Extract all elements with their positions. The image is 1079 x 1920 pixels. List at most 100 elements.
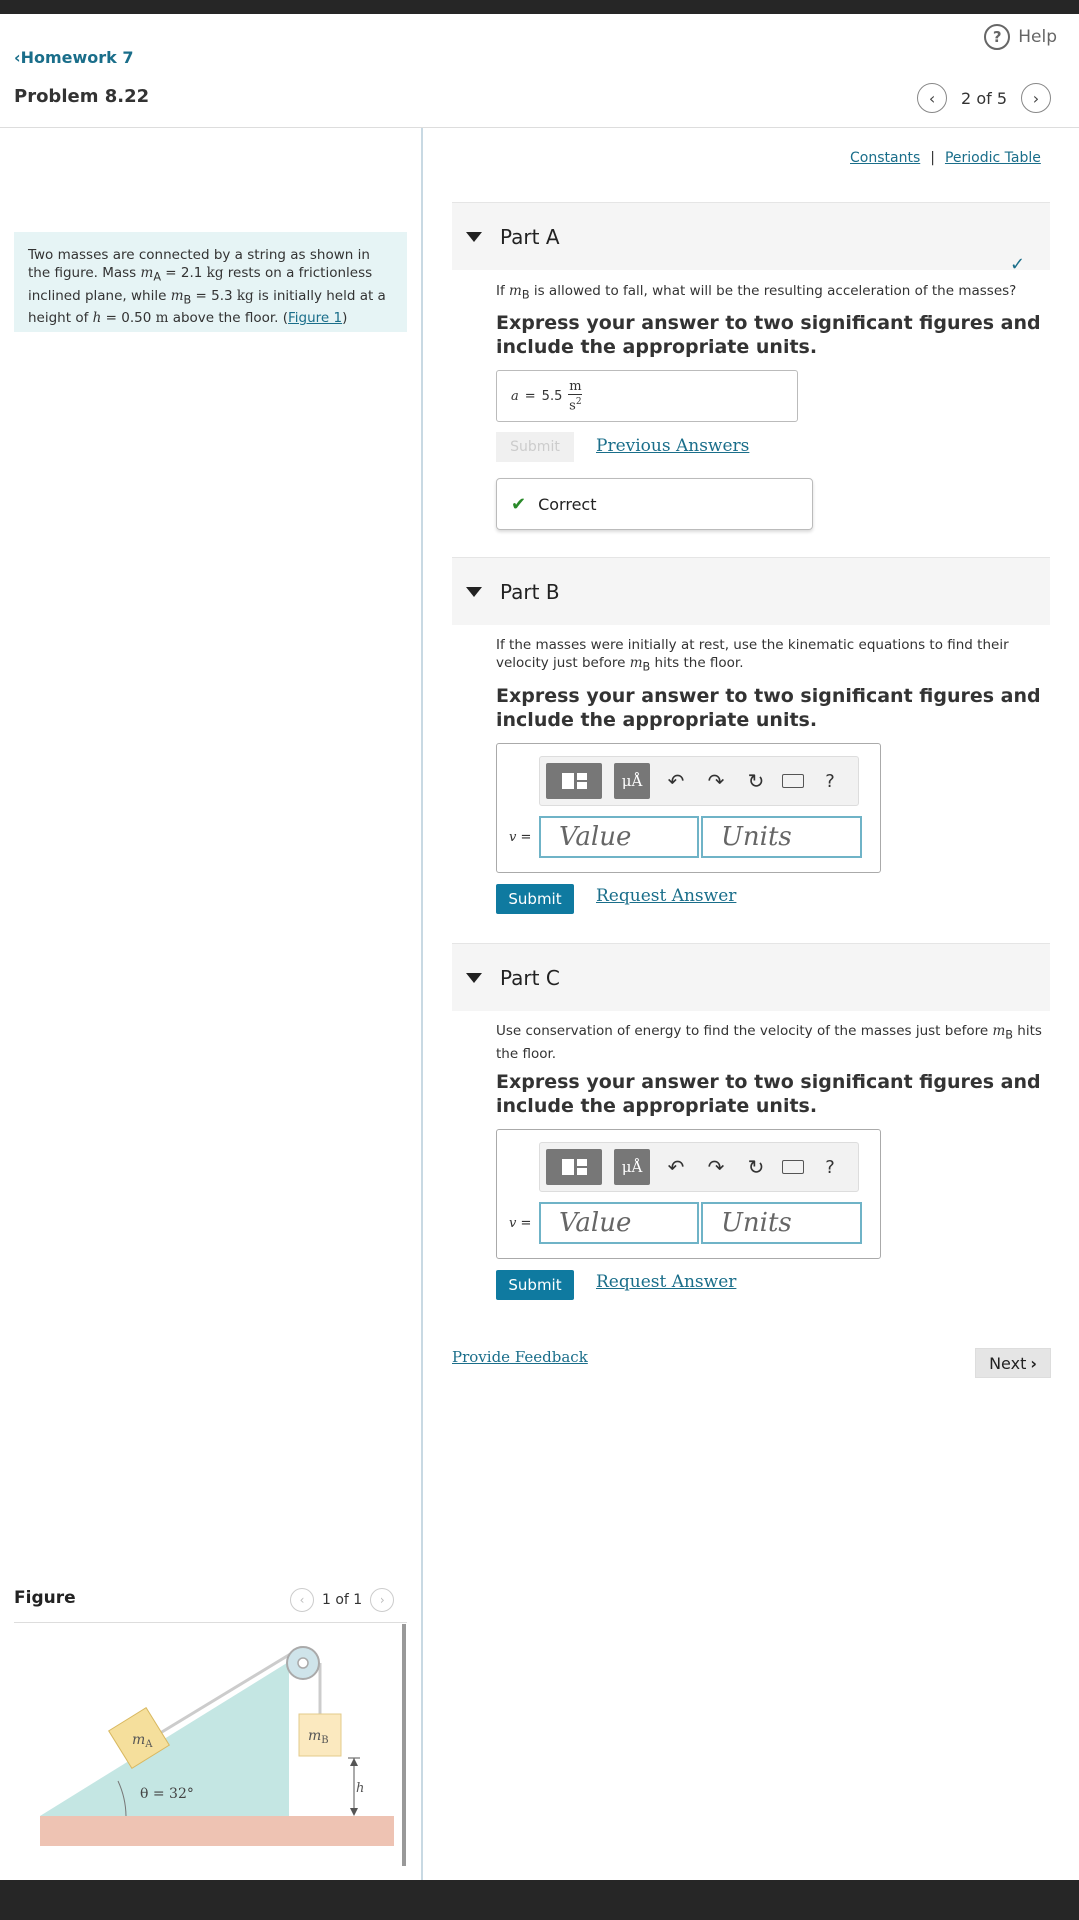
unit-kg: kg: [206, 265, 224, 281]
part-c-units-input[interactable]: Units: [701, 1202, 862, 1244]
templates-button[interactable]: [546, 1149, 602, 1185]
part-a-question: If mB is allowed to fall, what will be t…: [496, 283, 1017, 302]
redo-icon[interactable]: ↷: [702, 769, 730, 793]
figure-divider: [14, 1622, 407, 1623]
previous-problem-button[interactable]: ‹: [917, 83, 948, 113]
problem-statement: Two masses are connected by a string as …: [14, 232, 407, 332]
help-icon: ?: [984, 24, 1011, 50]
problem-pager-count: 2 of 5: [961, 88, 1007, 108]
column-divider: [421, 128, 423, 1880]
math-toolbar: μÅ ↶ ↷ ↻ ?: [539, 1142, 859, 1192]
help-label: Help: [1018, 27, 1057, 47]
intro-text: ): [342, 310, 348, 327]
reset-icon[interactable]: ↻: [742, 769, 770, 793]
templates-button[interactable]: [546, 763, 602, 799]
answer-unit: m s2: [568, 378, 583, 414]
part-c-header[interactable]: Part C: [452, 943, 1050, 1011]
answer-equals: =: [524, 388, 536, 404]
fraction-template-icon: [561, 1159, 574, 1175]
part-a-feedback: ✔ Correct: [496, 478, 813, 530]
intro-text: = 2.1: [161, 265, 207, 281]
part-c-question: Use conservation of energy to find the v…: [496, 1023, 1042, 1062]
keyboard-icon[interactable]: [782, 774, 804, 788]
part-b-instructions: Express your answer to two significant f…: [496, 685, 1041, 731]
answer-variable: a: [511, 388, 519, 404]
undo-icon[interactable]: ↶: [662, 1155, 690, 1179]
figure-prev-button[interactable]: ‹: [290, 1588, 314, 1612]
next-problem-button[interactable]: ›: [1021, 83, 1051, 113]
toolbar-help-button[interactable]: ?: [816, 771, 844, 792]
math-toolbar: μÅ ↶ ↷ ↻ ?: [539, 756, 859, 806]
part-a-header[interactable]: Part A: [452, 202, 1050, 270]
check-icon: ✔: [511, 493, 527, 515]
keyboard-icon[interactable]: [782, 1160, 804, 1174]
part-c-request-answer-link[interactable]: Request Answer: [596, 1272, 736, 1292]
mass-b-symbol: m: [509, 283, 522, 299]
next-button[interactable]: Next ›: [975, 1348, 1051, 1378]
part-b-question: If the masses were initially at rest, us…: [496, 637, 1009, 674]
page-title: Problem 8.22: [14, 86, 150, 107]
intro-text: above the floor. (: [168, 310, 289, 327]
part-b-answer-editor: μÅ ↶ ↷ ↻ ? v = Value Units: [496, 743, 881, 873]
figure-pager: ‹ 1 of 1 ›: [290, 1588, 395, 1612]
angle-label: θ = 32°: [140, 1786, 194, 1802]
reset-icon[interactable]: ↻: [742, 1155, 770, 1179]
unit-kg: kg: [236, 287, 254, 304]
undo-icon[interactable]: ↶: [662, 769, 690, 793]
unit-m: m: [155, 310, 169, 327]
part-b-value-input[interactable]: Value: [539, 816, 699, 858]
next-label: Next: [989, 1353, 1027, 1373]
link-separator: |: [930, 150, 935, 166]
back-label: Homework 7: [20, 48, 134, 67]
part-b-title: Part B: [500, 579, 560, 604]
constants-link[interactable]: Constants: [850, 150, 920, 166]
part-b-header[interactable]: Part B: [452, 557, 1050, 625]
part-c-value-input[interactable]: Value: [539, 1202, 699, 1244]
figure-scrollbar[interactable]: [402, 1624, 406, 1866]
feedback-label: Correct: [538, 494, 597, 514]
mass-a-subscript: A: [153, 270, 162, 284]
part-a-submit-button[interactable]: Submit: [496, 432, 574, 462]
chevron-left-icon: ‹: [14, 48, 21, 67]
intro-text: = 5.3: [191, 287, 237, 304]
collapse-triangle-icon: [466, 972, 482, 983]
header-divider: [0, 127, 1079, 128]
part-b-submit-button[interactable]: Submit: [496, 884, 574, 914]
mass-b-symbol: m: [992, 1023, 1006, 1039]
redo-icon[interactable]: ↷: [702, 1155, 730, 1179]
figure-next-button[interactable]: ›: [370, 1588, 395, 1612]
bottom-navigation-bar: [0, 1880, 1079, 1920]
problem-pager: ‹ 2 of 5 ›: [917, 83, 1051, 113]
figure-link[interactable]: Figure 1: [288, 310, 342, 326]
resource-links: Constants | Periodic Table: [850, 150, 1041, 166]
units-symbols-button[interactable]: μÅ: [614, 763, 650, 799]
fraction-template-icon: [561, 773, 574, 789]
part-b-units-input[interactable]: Units: [701, 816, 862, 858]
incline-pulley-figure: mA mB h θ = 32°: [40, 1645, 394, 1846]
back-to-homework-link[interactable]: ‹Homework 7: [14, 48, 134, 67]
figure-pager-count: 1 of 1: [322, 1592, 363, 1608]
part-a-title: Part A: [500, 224, 560, 249]
part-c-submit-button[interactable]: Submit: [496, 1270, 574, 1300]
part-a-answer-display: a = 5.5 m s2: [496, 370, 798, 422]
height-label: h: [356, 1781, 364, 1796]
provide-feedback-link[interactable]: Provide Feedback: [452, 1348, 588, 1366]
answer-value: 5.5: [541, 388, 563, 404]
previous-answers-link[interactable]: Previous Answers: [596, 436, 749, 456]
mass-a-symbol: m: [140, 265, 154, 281]
velocity-label: v =: [509, 830, 532, 845]
toolbar-help-button[interactable]: ?: [816, 1157, 844, 1178]
velocity-label: v =: [509, 1216, 532, 1231]
part-b-request-answer-link[interactable]: Request Answer: [596, 886, 736, 906]
part-c-answer-editor: μÅ ↶ ↷ ↻ ? v = Value Units: [496, 1129, 881, 1259]
chevron-right-icon: ›: [1030, 1353, 1037, 1373]
collapse-triangle-icon: [466, 586, 482, 597]
periodic-table-link[interactable]: Periodic Table: [945, 150, 1041, 166]
top-status-strip: [0, 0, 1079, 14]
help-link[interactable]: ? Help: [984, 24, 1057, 50]
collapse-triangle-icon: [466, 231, 482, 242]
units-symbols-button[interactable]: μÅ: [614, 1149, 650, 1185]
part-c-instructions: Express your answer to two significant f…: [496, 1071, 1041, 1117]
part-a-instructions: Express your answer to two significant f…: [496, 312, 1041, 358]
part-c-title: Part C: [500, 965, 560, 990]
